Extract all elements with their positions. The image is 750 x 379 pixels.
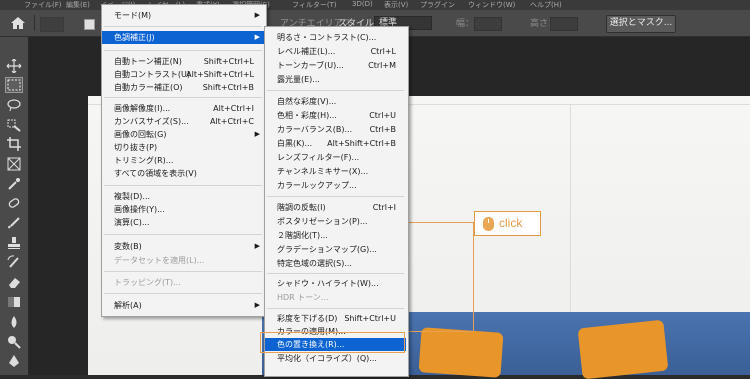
menu-separator [104,97,262,98]
submenu-gradient-map[interactable]: グラデーションマップ(G)... [265,243,406,256]
move-tool-icon[interactable] [6,59,22,73]
menu-item-canvas-size[interactable]: カンバスサイズ(S)... Alt+Ctrl+C [102,115,264,128]
menu-plugins[interactable]: プラグイン [420,0,455,10]
width-field[interactable] [474,17,502,31]
eyedropper-icon[interactable] [6,177,22,191]
click-annotation-label: click [499,216,523,230]
submenu-equalize[interactable]: 平均化（イコライズ）(Q)... [265,352,406,365]
brush-tool-icon[interactable] [6,216,22,230]
menu-separator [104,234,262,235]
menu-item-apply-dataset: データセットを適用(L)... [114,256,205,265]
menu-separator [267,90,404,91]
menu-separator [267,273,404,274]
gradient-tool-icon[interactable] [6,295,22,309]
submenu-photo-filter[interactable]: レンズフィルター(F)... [265,151,406,164]
menu-item-adjustments[interactable]: 色調補正(J) ▶ [102,31,264,44]
submenu-black-white[interactable]: 白黒(K)... Alt+Shift+Ctrl+B [265,137,406,150]
wall-panel-line [570,104,571,314]
submenu-threshold[interactable]: ２階調化(T)... [265,229,406,242]
stamp-tool-icon[interactable] [6,236,22,250]
menu-item-variables[interactable]: 変数(B) ▶ [102,240,264,253]
submenu-selective-color[interactable]: 特定色域の選択(S)... [265,257,406,270]
pen-tool-icon[interactable] [6,354,22,368]
tool-preset-picker[interactable] [40,17,64,32]
menu-edit[interactable]: 編集(E) [66,0,90,10]
menu-item-trim[interactable]: トリミング(R)... [102,154,264,167]
adjustments-submenu: 明るさ・コントラスト(C)... レベル補正(L)... Ctrl+L トーンカー… [264,26,409,377]
submenu-curves[interactable]: トーンカーブ(U)... Ctrl+M [265,59,406,72]
submenu-vibrance[interactable]: 自然な彩度(V)... [265,95,406,108]
menu-help[interactable]: ヘルプ(H) [530,0,562,10]
annotation-connector [403,222,474,332]
menu-3d[interactable]: 3D(D) [352,0,373,8]
submenu-color-lookup[interactable]: カラールックアップ... [265,179,406,192]
menu-item-analysis[interactable]: 解析(A) ▶ [102,299,264,312]
tools-panel [0,37,29,375]
submenu-posterize[interactable]: ポスタリゼーション(P)... [265,215,406,228]
menu-separator [267,308,404,309]
pillow [577,319,669,379]
crop-tool-icon[interactable] [6,137,22,151]
select-and-mask-button[interactable]: 選択とマスク... [606,15,676,33]
menu-item-auto-tone[interactable]: 自動トーン補正(N) Shift+Ctrl+L [102,55,264,68]
marquee-tool-icon[interactable] [5,77,23,93]
submenu-brightness-contrast[interactable]: 明るさ・コントラスト(C)... [265,31,406,44]
menu-separator [104,26,262,27]
menu-filter[interactable]: フィルター(T) [292,0,337,10]
menu-separator [267,196,404,197]
pillow [418,327,504,378]
menu-file[interactable]: ファイル(F) [24,0,62,10]
menu-item-duplicate[interactable]: 複製(D)... [102,190,264,203]
menu-item-calculations[interactable]: 演算(C)... [102,216,264,229]
menu-item-trap: トラッピング(T)... [114,278,181,287]
submenu-exposure[interactable]: 露光量(E)... [265,73,406,86]
lasso-tool-icon[interactable] [6,98,22,112]
menu-separator [104,50,262,51]
submenu-hue-saturation[interactable]: 色相・彩度(H)... Ctrl+U [265,109,406,122]
menu-item-auto-contrast[interactable]: 自動コントラスト(U) Alt+Shift+Ctrl+L [102,68,264,81]
submenu-desaturate[interactable]: 彩度を下げる(D) Shift+Ctrl+U [265,312,406,325]
menu-window[interactable]: ウィンドウ(W) [468,0,515,10]
submenu-color-balance[interactable]: カラーバランス(B)... Ctrl+B [265,123,406,136]
divider [34,15,35,31]
image-menu: モード(M) ▶ 色調補正(J) ▶ 自動トーン補正(N) Shift+Ctrl+L … [101,4,267,317]
submenu-invert[interactable]: 階調の反転(I) Ctrl+I [265,201,406,214]
menu-item-crop[interactable]: 切り抜き(P) [102,141,264,154]
menu-separator [104,271,262,272]
height-field[interactable] [550,17,578,31]
submenu-levels[interactable]: レベル補正(L)... Ctrl+L [265,45,406,58]
dodge-tool-icon[interactable] [6,335,22,349]
menu-separator [104,185,262,186]
submenu-shadows-highlights[interactable]: シャドウ・ハイライト(W)... [265,277,406,290]
quick-select-icon[interactable] [6,118,22,132]
menu-item-mode[interactable]: モード(M) ▶ [102,9,264,22]
submenu-hdr-toning: HDR トーン... [277,293,329,302]
width-label: 幅： [456,19,475,29]
menu-item-image-size[interactable]: 画像解像度(I)... Alt+Ctrl+I [102,102,264,115]
menu-item-reveal-all[interactable]: すべての領域を表示(V) [102,167,264,180]
new-selection-icon[interactable] [84,19,95,30]
click-annotation: click [474,211,541,236]
healing-brush-icon[interactable] [6,196,22,210]
mouse-icon [483,217,494,231]
history-brush-icon[interactable] [6,255,22,269]
menu-item-image-rotation[interactable]: 画像の回転(G) ▶ [102,128,264,141]
submenu-channel-mixer[interactable]: チャンネルミキサー(X)... [265,165,406,178]
menu-item-auto-color[interactable]: 自動カラー補正(O) Shift+Ctrl+B [102,81,264,94]
menu-view[interactable]: 表示(V) [384,0,408,10]
frame-tool-icon[interactable] [6,157,22,171]
menu-item-apply-image[interactable]: 画像操作(Y)... [102,203,264,216]
eraser-tool-icon[interactable] [6,275,22,289]
blur-tool-icon[interactable] [6,315,22,329]
highlight-frame [260,332,405,353]
home-icon[interactable] [10,16,26,30]
menu-separator [104,293,262,294]
